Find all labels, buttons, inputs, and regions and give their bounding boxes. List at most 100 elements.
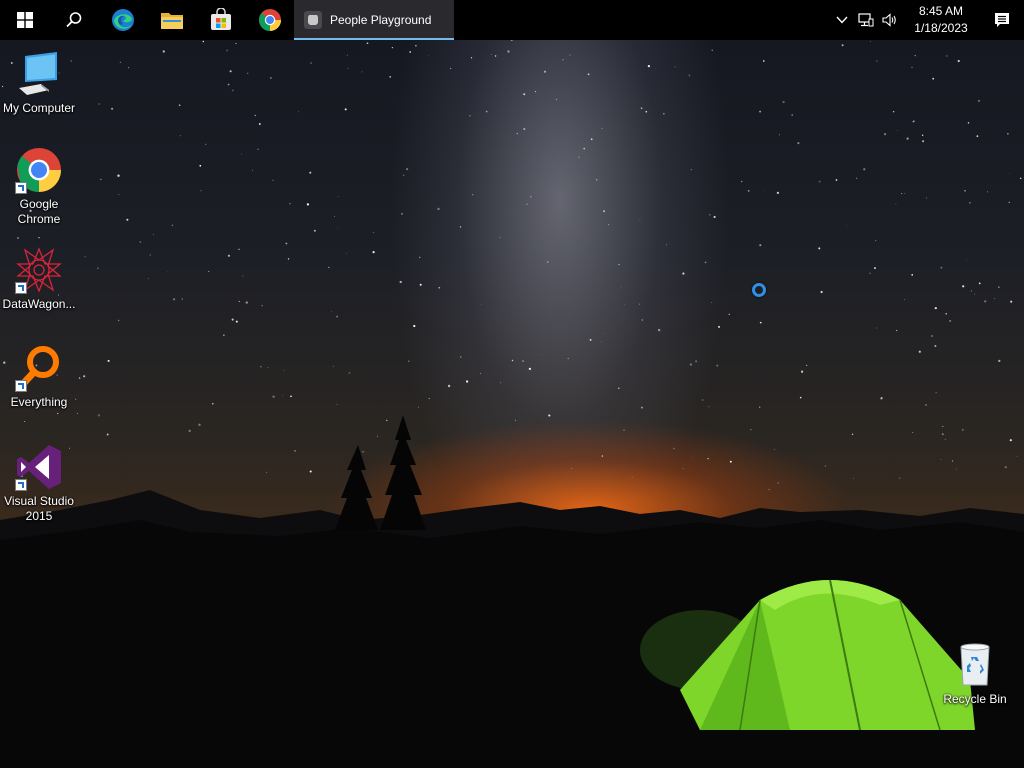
star <box>247 72 249 74</box>
star <box>799 396 802 399</box>
star <box>899 477 901 479</box>
star <box>759 406 761 408</box>
taskbar-store-button[interactable] <box>196 0 245 40</box>
clock[interactable]: 8:45 AM 1/18/2023 <box>902 3 980 37</box>
desktop-wallpaper <box>0 40 1024 768</box>
system-tray: 8:45 AM 1/18/2023 <box>830 0 1024 40</box>
star <box>181 298 183 300</box>
star <box>490 53 492 56</box>
star <box>465 380 469 383</box>
network-button[interactable] <box>854 0 878 40</box>
star <box>974 293 976 295</box>
taskbar-file-explorer-button[interactable] <box>147 0 196 40</box>
microsoft-store-icon <box>210 8 231 30</box>
visual-studio-icon <box>15 443 63 491</box>
star <box>417 406 419 408</box>
star <box>118 194 120 195</box>
star <box>447 384 451 388</box>
star <box>283 370 285 372</box>
star <box>631 476 633 478</box>
star <box>603 210 606 213</box>
star <box>987 191 989 193</box>
star <box>969 202 971 204</box>
desktop-icon-my-computer[interactable]: My Computer <box>1 50 77 116</box>
search-button[interactable] <box>49 0 98 40</box>
star <box>78 377 81 379</box>
star <box>231 89 234 92</box>
star <box>946 55 948 57</box>
desktop-icon-recycle-bin[interactable]: Recycle Bin <box>937 641 1013 707</box>
star <box>688 74 691 77</box>
star <box>639 219 641 221</box>
star <box>510 40 513 41</box>
show-hidden-icons-button[interactable] <box>830 0 854 40</box>
star <box>892 110 895 113</box>
action-center-button[interactable] <box>980 0 1024 40</box>
star <box>24 420 26 423</box>
star <box>583 147 586 150</box>
star <box>227 83 230 86</box>
star <box>309 470 312 473</box>
star <box>523 93 526 96</box>
star <box>347 67 349 69</box>
star <box>313 229 316 232</box>
desktop-icon-visual-studio-2015[interactable]: Visual Studio 2015 <box>1 443 77 524</box>
star <box>438 286 441 289</box>
star <box>578 156 580 158</box>
star <box>238 300 240 303</box>
star <box>238 248 240 251</box>
star <box>334 216 335 217</box>
desktop-icon-datawagon[interactable]: DataWagon... <box>1 246 77 312</box>
star <box>152 234 154 236</box>
star <box>377 435 378 437</box>
star <box>912 431 914 433</box>
pine-tree-small <box>335 445 378 530</box>
star <box>372 250 375 254</box>
recycle-bin-icon <box>951 641 999 689</box>
star <box>883 132 887 136</box>
star <box>437 207 440 211</box>
taskbar-edge-button[interactable] <box>98 0 147 40</box>
star <box>846 225 848 226</box>
volume-button[interactable] <box>878 0 902 40</box>
star <box>750 429 752 431</box>
star <box>346 252 348 254</box>
start-button[interactable] <box>0 0 49 40</box>
search-icon <box>65 12 81 28</box>
star <box>856 177 858 179</box>
star <box>231 318 234 321</box>
star <box>386 419 388 422</box>
star <box>399 280 402 284</box>
star <box>555 98 557 100</box>
datawagon-icon <box>15 246 63 294</box>
star <box>729 460 732 463</box>
star <box>459 226 462 228</box>
star <box>931 335 933 337</box>
star <box>571 467 573 470</box>
taskbar-chrome-button[interactable] <box>245 0 294 40</box>
star <box>782 100 785 104</box>
star <box>776 191 780 195</box>
star <box>921 134 924 137</box>
star <box>117 174 120 177</box>
star <box>998 359 1001 363</box>
star <box>328 266 330 268</box>
edge-icon <box>111 9 134 31</box>
star <box>1008 201 1010 204</box>
star <box>638 303 640 305</box>
taskbar-people-playground-button[interactable]: People Playground <box>294 0 454 40</box>
star <box>408 360 410 362</box>
star <box>309 171 312 174</box>
star <box>620 287 622 289</box>
star <box>918 350 921 353</box>
desktop-icon-everything[interactable]: Everything <box>1 344 77 410</box>
desktop-icon-google-chrome[interactable]: Google Chrome <box>1 146 77 227</box>
star <box>83 375 86 378</box>
star <box>673 447 675 450</box>
star <box>1019 177 1022 180</box>
star <box>896 130 898 132</box>
star <box>38 236 40 239</box>
star <box>663 113 665 115</box>
star <box>332 365 334 367</box>
star <box>601 455 604 457</box>
